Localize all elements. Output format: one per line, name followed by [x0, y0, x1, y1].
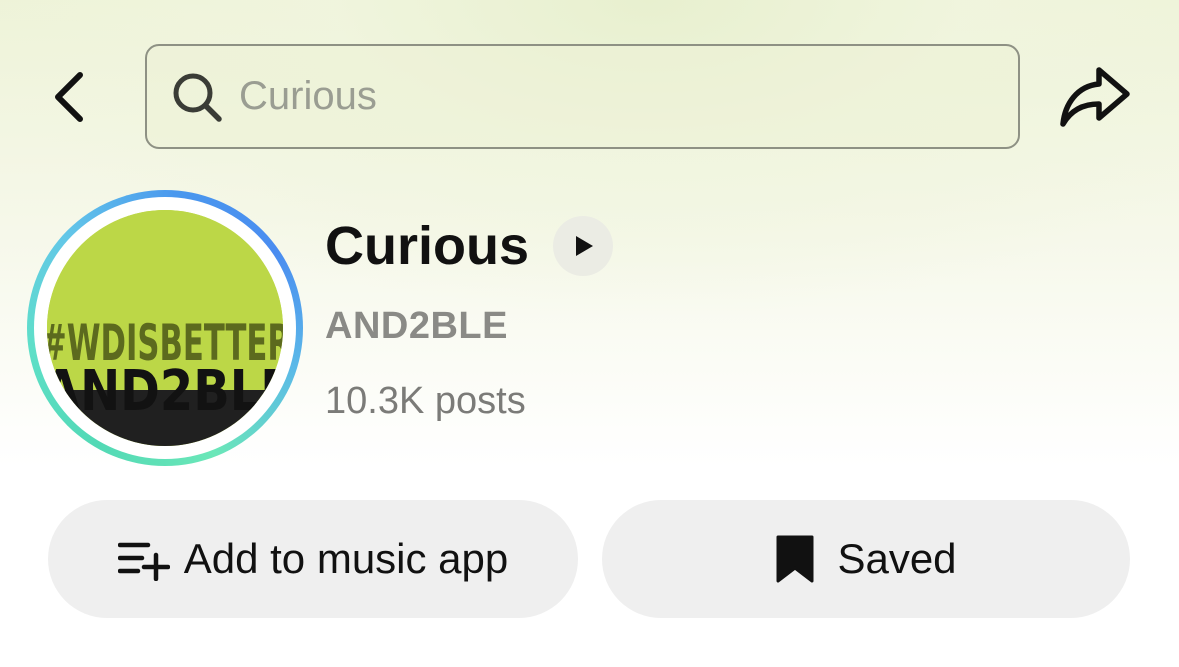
search-icon	[173, 73, 222, 122]
song-title: Curious	[325, 216, 530, 276]
saved-button[interactable]: Saved	[602, 500, 1130, 618]
chevron-left-icon	[55, 72, 83, 122]
search-input[interactable]	[239, 74, 939, 119]
share-button[interactable]	[1056, 60, 1134, 134]
add-to-music-app-label: Add to music app	[183, 535, 509, 582]
album-cover: #WDISBETTER AND2BLE	[47, 210, 283, 446]
album-cover-art: #WDISBETTER AND2BLE	[47, 210, 283, 446]
share-arrow-icon	[1060, 67, 1130, 127]
post-count: 10.3K posts	[325, 380, 526, 422]
add-to-music-app-button[interactable]: Add to music app	[48, 500, 578, 618]
title-row: Curious	[325, 208, 614, 284]
play-button[interactable]	[553, 216, 614, 276]
cover-text-bottom: AND2BLE	[47, 359, 283, 424]
artist-name[interactable]: AND2BLE	[325, 305, 508, 348]
playlist-add-icon	[117, 542, 170, 581]
saved-label: Saved	[837, 535, 957, 582]
back-button[interactable]	[40, 62, 96, 132]
bookmark-filled-icon	[776, 535, 814, 583]
play-icon	[576, 236, 594, 256]
search-bar[interactable]	[145, 44, 1020, 149]
cover-story-ring[interactable]: #WDISBETTER AND2BLE	[27, 190, 303, 466]
